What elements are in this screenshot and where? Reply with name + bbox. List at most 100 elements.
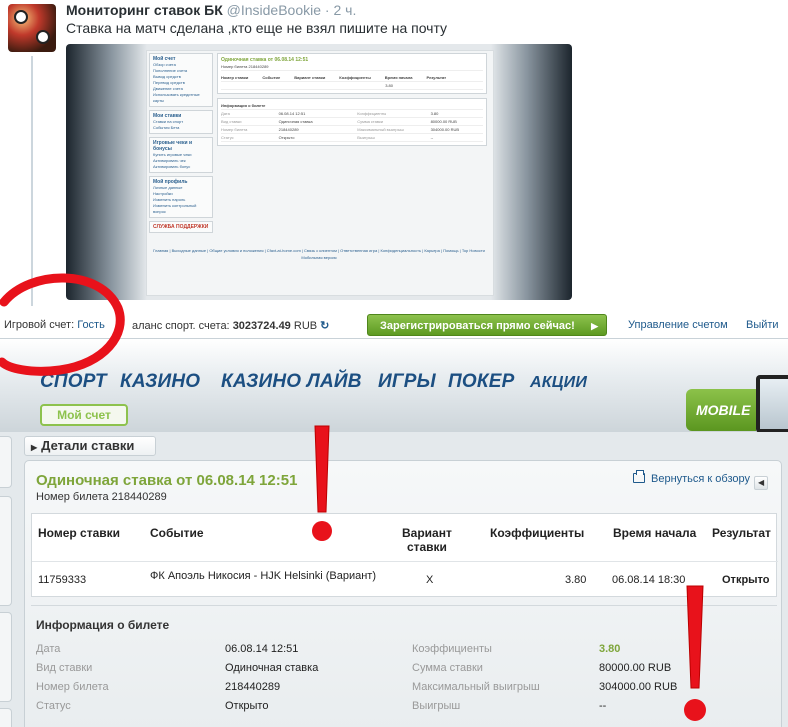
bet-table: Номер ставки Событие Вариант ставки Коэф…: [31, 513, 778, 597]
my-account-button[interactable]: Мой счет: [40, 404, 128, 426]
tweet-header: Мониторинг ставок БК @InsideBookie · 2 ч…: [66, 2, 356, 18]
photo-info-cell: Статус: [221, 135, 234, 140]
bet-details-tab[interactable]: ▶ Детали ставки: [24, 436, 156, 456]
photo-table-row: 3.80: [221, 82, 483, 90]
photo-info-cell: Вид ставки: [221, 119, 242, 124]
photo-header-cell: Номер ставки: [221, 75, 249, 80]
info-value-status: Открыто: [225, 700, 269, 712]
photo-info-cell: Максимальный выигрыш: [357, 127, 404, 132]
nav-tab-promotions[interactable]: АКЦИИ: [530, 374, 587, 392]
photo-header-cell: Коэффициенты: [339, 75, 371, 80]
ticket-info-title: Информация о билете: [36, 618, 170, 632]
photo-info-row: Номер билета 218440289 Максимальный выигры…: [221, 126, 483, 134]
photo-side-menu: Мой счет Обзор счета Пополнение счета Вывод…: [149, 53, 213, 236]
photo-side-group-title: Игровые чеки и бонусы: [153, 140, 193, 152]
account-bar: Игровой счет: Гость аланс спорт. счета: …: [0, 312, 788, 338]
balance-label: аланс спорт. счета:: [132, 320, 230, 332]
tweet: Мониторинг ставок БК @InsideBookie · 2 ч…: [0, 0, 788, 312]
photo-support-label: СЛУЖБА ПОДДЕРЖКИ: [153, 224, 209, 230]
tweet-time[interactable]: · 2 ч.: [325, 2, 356, 18]
cell-event: ФК Апоэль Никосия - HJK Helsinki (Вариан…: [150, 570, 377, 582]
bet-details-panel: Одиночная ставка от 06.08.14 12:51 Номер…: [24, 460, 782, 727]
back-arrow-icon[interactable]: ◀: [754, 476, 769, 490]
cell-bet-number: 11759333: [38, 574, 87, 586]
photo-info-cell: Номер билета: [221, 127, 248, 132]
photo-info-rows: Дата 06.08.14 12:51 Коэффициенты 3.80 Вид ст…: [221, 110, 483, 142]
info-label-status: Статус: [36, 700, 71, 712]
photo-support-block: СЛУЖБА ПОДДЕРЖКИ: [149, 221, 213, 233]
bet-details-tab-label: Детали ставки: [41, 438, 135, 453]
photo-info-title: Информация о билете: [221, 102, 483, 110]
col-bet-number: Номер ставки: [38, 526, 121, 540]
tweet-photo[interactable]: Мой счет Обзор счета Пополнение счета Вывод…: [66, 44, 572, 300]
photo-footer: Главная | Выходные данные | Общие услови…: [149, 247, 489, 261]
info-value-odds: 3.80: [599, 643, 621, 655]
bet-title: Одиночная ставка от 06.08.14 12:51: [36, 472, 298, 489]
photo-info-cell: 3.80: [430, 111, 439, 116]
balance-currency: RUB: [293, 320, 318, 332]
photo-ticket: Номер билета 218440289: [221, 63, 483, 71]
manage-account-link[interactable]: Управление счетом: [628, 319, 728, 331]
register-button-label: Зарегистрироваться прямо сейчас!: [380, 320, 575, 332]
tweet-author-handle[interactable]: @InsideBookie: [227, 2, 321, 18]
ticket-line: Номер билета 218440289: [36, 491, 167, 503]
photo-main: Одиночная ставка от 06.08.14 12:51 Номер…: [217, 53, 487, 150]
info-label-bet-type: Вид ставки: [36, 662, 93, 674]
col-odds: Коэффициенты: [490, 526, 585, 540]
photo-side-item: Использовать кредитные карты: [153, 92, 200, 103]
print-icon[interactable]: [633, 470, 645, 483]
photo-header-cell: Время начала: [384, 75, 413, 80]
tweet-text: Ставка на матч сделана ,кто еще не взял …: [66, 20, 448, 36]
refresh-icon[interactable]: ↻: [320, 319, 329, 332]
info-value-winnings: --: [599, 700, 607, 712]
photo-info-cell: Сумма ставки: [357, 119, 384, 124]
nav-tab-sport[interactable]: СПОРТ: [40, 371, 107, 393]
triangle-right-icon: ▶: [31, 443, 38, 452]
photo-info-cell: Дата: [221, 111, 230, 116]
photo-side-item: Изменить контрольный вопрос: [153, 203, 197, 214]
photo-info-cell: Открыто: [278, 135, 295, 140]
back-to-overview-link[interactable]: Вернуться к обзору ◀: [633, 470, 769, 490]
photo-info-cell: Коэффициенты: [357, 111, 387, 116]
photo-footer-mobile: Мобильная версия: [301, 255, 337, 260]
photo-info-cell: Одиночная ставка: [278, 119, 313, 124]
photo-info-cell: 80000.00 RUB: [430, 119, 457, 124]
info-label-date: Дата: [36, 643, 61, 655]
nav-tab-poker[interactable]: ПОКЕР: [448, 371, 514, 393]
photo-info-cell: Выигрыш: [357, 135, 375, 140]
photo-table-headers: Номер ставки Событие Вариант ставки Коэффиц…: [221, 74, 483, 82]
play-arrow-icon: ▶: [591, 321, 598, 331]
nav-tab-casino-live[interactable]: КАЗИНО ЛАЙВ: [221, 371, 362, 393]
col-variant: Вариант ставки: [402, 526, 452, 554]
cell-start-time: 06.08.14 18:30: [612, 574, 686, 586]
photo-info-cell: --: [430, 135, 434, 140]
tablet-icon: [756, 375, 788, 433]
col-result: Результат: [712, 526, 771, 540]
balance-group: аланс спорт. счета: 3023724.49 RUB ↻: [132, 319, 329, 332]
photo-info-cell: 218440289: [278, 127, 299, 132]
ticket-number: 218440289: [111, 491, 167, 503]
photo-side-group: Игровые чеки и бонусы Купить игровые чеки…: [149, 137, 213, 173]
thread-line: [31, 56, 33, 306]
logout-link[interactable]: Выйти: [746, 319, 779, 331]
left-column: [0, 436, 12, 727]
info-label-odds: Коэффициенты: [412, 643, 492, 655]
mobile-button[interactable]: MOBILE: [686, 389, 756, 431]
photo-screenshot: Мой счет Обзор счета Пополнение счета Вывод…: [146, 50, 494, 296]
photo-side-item: Активировать бонус: [153, 164, 191, 169]
register-button[interactable]: Зарегистрироваться прямо сейчас! ▶: [367, 314, 607, 336]
cell-variant: X: [426, 574, 434, 586]
account-guest-link[interactable]: Гость: [77, 319, 105, 331]
avatar[interactable]: [8, 4, 56, 52]
nav-tab-games[interactable]: ИГРЫ: [378, 371, 436, 393]
info-label-winnings: Выигрыш: [412, 700, 461, 712]
nav-tab-casino[interactable]: КАЗИНО: [120, 371, 200, 393]
tweet-author-name[interactable]: Мониторинг ставок БК: [66, 2, 223, 18]
photo-info-row: Статус Открыто Выигрыш --: [221, 134, 483, 142]
account-label-group: Игровой счет: Гость: [4, 319, 105, 331]
photo-side-group: Мои ставки Ставки на спорт События Бета: [149, 110, 213, 134]
info-label-max-win: Максимальный выигрыш: [412, 681, 540, 693]
info-value-ticket: 218440289: [225, 681, 281, 693]
info-value-stake: 80000.00 RUB: [599, 662, 672, 674]
photo-info-cell: 304000.00 RUB: [430, 127, 460, 132]
